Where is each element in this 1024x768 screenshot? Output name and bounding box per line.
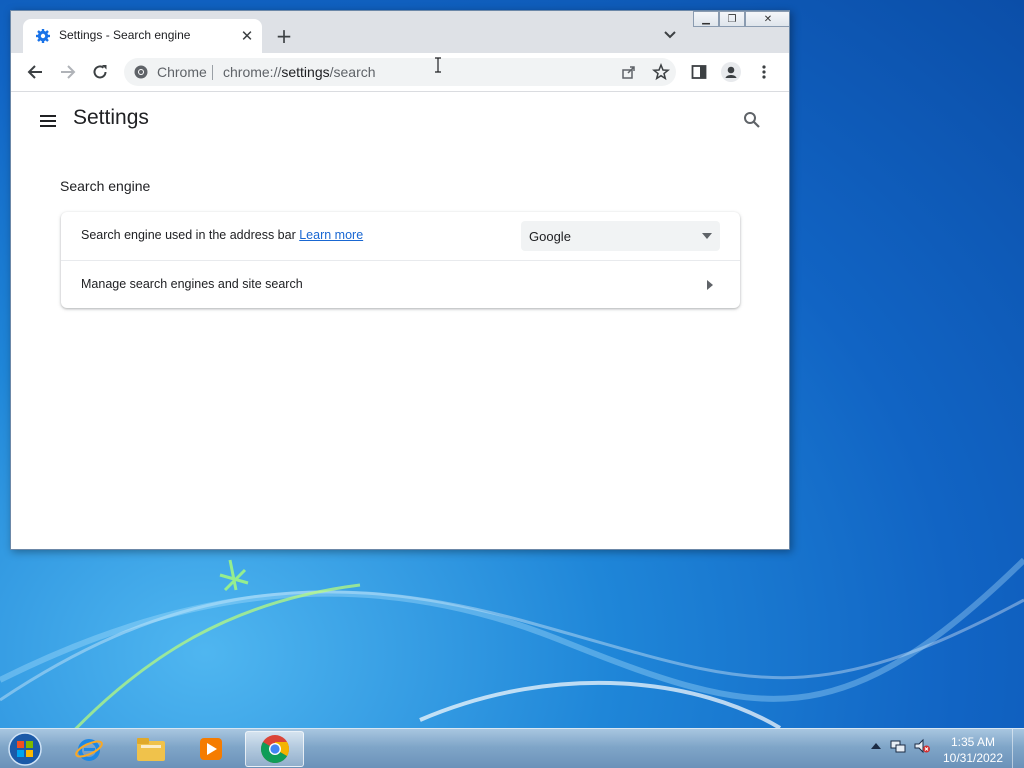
learn-more-link[interactable]: Learn more: [299, 228, 363, 242]
internet-explorer-icon: [75, 739, 103, 761]
show-desktop-button[interactable]: [1012, 729, 1024, 768]
url-host: settings: [281, 64, 330, 80]
taskbar-media-player[interactable]: [184, 731, 238, 767]
network-icon[interactable]: [889, 737, 907, 755]
hamburger-menu-icon[interactable]: [38, 111, 58, 131]
address-bar[interactable]: Chrome chrome://settings/search: [124, 58, 676, 86]
section-title: Search engine: [60, 178, 151, 194]
taskbar-chrome[interactable]: [245, 731, 304, 767]
more-vertical-icon: [762, 65, 766, 79]
clock-date: 10/31/2022: [942, 751, 1004, 765]
folder-icon: [137, 738, 165, 761]
taskbar-file-explorer[interactable]: [124, 731, 178, 767]
url-scheme: chrome://: [223, 64, 282, 80]
taskbar-internet-explorer[interactable]: [62, 731, 116, 767]
chevron-right-icon: [707, 280, 713, 290]
profile-button[interactable]: [721, 62, 741, 82]
menu-button[interactable]: [754, 62, 774, 82]
row-label-text: Search engine used in the address bar: [81, 228, 296, 242]
tab-strip: Settings - Search engine ✕ + ▁ ❐ ✕: [11, 11, 789, 53]
volume-muted-icon[interactable]: [913, 737, 931, 755]
avatar-icon: [721, 62, 741, 82]
gear-icon: [36, 29, 50, 43]
tab-title: Settings - Search engine: [59, 28, 191, 42]
search-engine-select[interactable]: Google: [521, 221, 720, 251]
new-tab-button[interactable]: +: [273, 24, 295, 48]
chrome-icon: [260, 735, 289, 763]
caret-down-icon: [702, 233, 712, 239]
browser-window: Settings - Search engine ✕ + ▁ ❐ ✕ Chrom…: [10, 10, 790, 550]
restore-button[interactable]: ❐: [719, 11, 745, 27]
reload-button[interactable]: [90, 62, 110, 82]
url-text: chrome://settings/search: [223, 64, 376, 80]
media-player-icon: [200, 738, 222, 760]
search-engine-row: Search engine used in the address bar Le…: [61, 212, 740, 260]
bookmark-star-icon[interactable]: [652, 63, 670, 81]
back-button[interactable]: [25, 62, 45, 82]
start-button-icon[interactable]: [6, 731, 44, 767]
tab-close-icon[interactable]: ✕: [238, 27, 256, 45]
clock-time: 1:35 AM: [950, 735, 996, 749]
tab-search-chevron-down-icon[interactable]: [661, 26, 679, 44]
search-icon[interactable]: [742, 110, 762, 130]
tab-settings-search-engine[interactable]: Settings - Search engine ✕: [23, 19, 262, 53]
manage-search-engines-label: Manage search engines and site search: [81, 277, 303, 291]
arrow-left-icon: [27, 65, 42, 79]
text-cursor-icon: [435, 57, 441, 73]
share-icon[interactable]: [621, 64, 637, 80]
manage-search-engines-row[interactable]: Manage search engines and site search: [61, 261, 740, 309]
omnibox-divider: [212, 65, 213, 80]
settings-page: Settings Search engine Search engine use…: [11, 92, 789, 549]
arrow-right-icon: [61, 65, 76, 79]
selected-engine: Google: [529, 229, 571, 244]
side-panel-icon: [691, 65, 707, 79]
system-clock[interactable]: 1:35 AM 10/31/2022: [940, 734, 1006, 766]
search-engine-card: Search engine used in the address bar Le…: [61, 212, 740, 308]
site-chip-label: Chrome: [157, 64, 207, 80]
reload-icon: [93, 65, 107, 79]
chrome-logo-icon: [134, 65, 148, 79]
minimize-button[interactable]: ▁: [693, 11, 719, 27]
side-panel-button[interactable]: [689, 62, 709, 82]
tray-expand-icon[interactable]: [867, 737, 885, 755]
window-controls: ▁ ❐ ✕: [693, 11, 789, 27]
browser-toolbar: Chrome chrome://settings/search: [11, 53, 789, 92]
page-title: Settings: [73, 106, 149, 129]
taskbar: 1:35 AM 10/31/2022: [0, 728, 1024, 768]
search-engine-label: Search engine used in the address bar Le…: [81, 228, 363, 242]
close-window-button[interactable]: ✕: [745, 11, 789, 27]
url-path: /search: [329, 64, 376, 80]
forward-button[interactable]: [58, 62, 78, 82]
